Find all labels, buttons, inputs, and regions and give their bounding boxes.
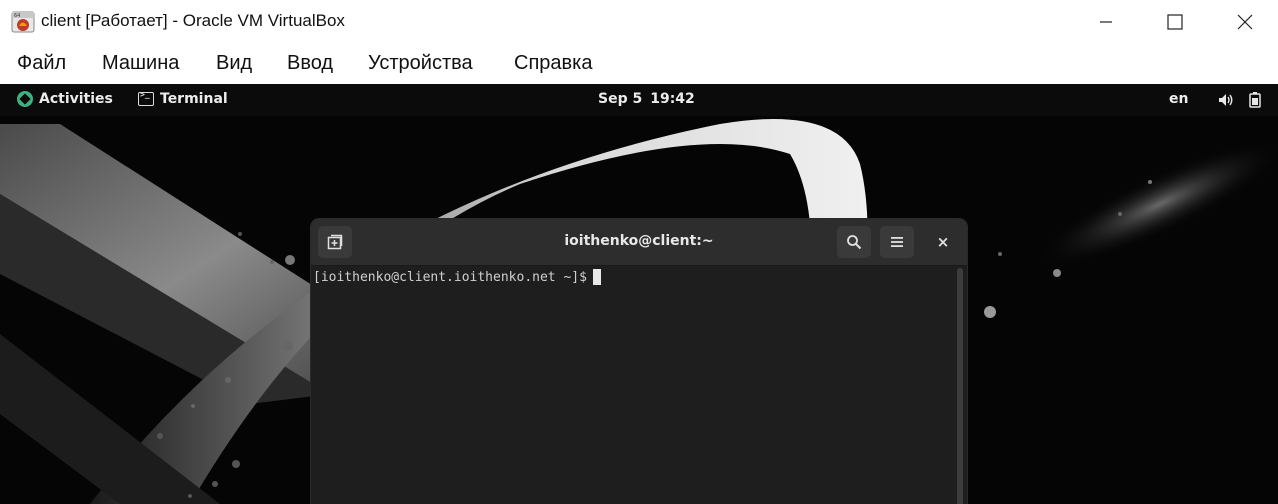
clock-date: Sep 5 — [598, 91, 643, 107]
keyboard-layout-indicator[interactable]: en — [1169, 91, 1188, 107]
hamburger-menu-icon — [891, 237, 903, 247]
terminal-close-button[interactable]: × — [927, 226, 959, 258]
menu-help[interactable]: Справка — [514, 52, 592, 75]
gnome-top-bar: Activities Terminal Sep 5 19:42 en — [0, 84, 1278, 116]
battery-icon[interactable] — [1249, 92, 1261, 108]
app-menu-button[interactable]: Terminal — [138, 90, 228, 107]
search-button[interactable] — [837, 226, 871, 258]
search-icon — [847, 235, 862, 250]
terminal-scrollbar[interactable] — [957, 268, 963, 504]
close-icon: × — [936, 233, 950, 251]
minimize-button[interactable] — [1083, 0, 1129, 44]
volume-icon[interactable] — [1218, 93, 1234, 107]
svg-text:64: 64 — [14, 13, 20, 19]
title-bar: 64 client [Работает] - Oracle VM Virtual… — [0, 0, 1278, 44]
activities-label: Activities — [39, 91, 113, 107]
close-icon — [1237, 14, 1253, 30]
activities-logo-icon — [17, 91, 33, 107]
shell-prompt-line: [ioithenko@client.ioithenko.net ~]$ — [313, 269, 601, 285]
text-cursor — [592, 269, 601, 285]
virtualbox-app-icon: 64 — [11, 11, 35, 33]
menu-input[interactable]: Ввод — [287, 52, 333, 75]
terminal-header-bar[interactable]: ioithenko@client:~ × — [311, 219, 967, 266]
menu-machine[interactable]: Машина — [102, 52, 179, 75]
window-title: client [Работает] - Oracle VM VirtualBox — [41, 11, 345, 30]
menu-view[interactable]: Вид — [216, 52, 252, 75]
menu-bar: Файл Машина Вид Ввод Устройства Справка — [0, 44, 1278, 84]
clock-time: 19:42 — [650, 91, 695, 107]
virtualbox-window: 64 client [Работает] - Oracle VM Virtual… — [0, 0, 1278, 504]
close-window-button[interactable] — [1222, 0, 1268, 44]
clock-button[interactable]: Sep 5 19:42 — [598, 91, 695, 107]
app-menu-label: Terminal — [160, 91, 228, 107]
maximize-button[interactable] — [1152, 0, 1198, 44]
terminal-window[interactable]: ioithenko@client:~ × [ioithenko@client.i… — [311, 219, 967, 504]
menu-devices[interactable]: Устройства — [368, 52, 473, 75]
shell-prompt: [ioithenko@client.ioithenko.net ~]$ — [313, 269, 587, 285]
hamburger-menu-button[interactable] — [880, 226, 914, 258]
maximize-icon — [1167, 14, 1183, 30]
guest-display[interactable]: Activities Terminal Sep 5 19:42 en — [0, 84, 1278, 504]
terminal-output-area[interactable]: [ioithenko@client.ioithenko.net ~]$ — [311, 266, 955, 504]
terminal-app-icon — [138, 90, 154, 106]
menu-file[interactable]: Файл — [17, 52, 66, 75]
minimize-icon — [1100, 21, 1112, 23]
activities-button[interactable]: Activities — [17, 91, 113, 107]
